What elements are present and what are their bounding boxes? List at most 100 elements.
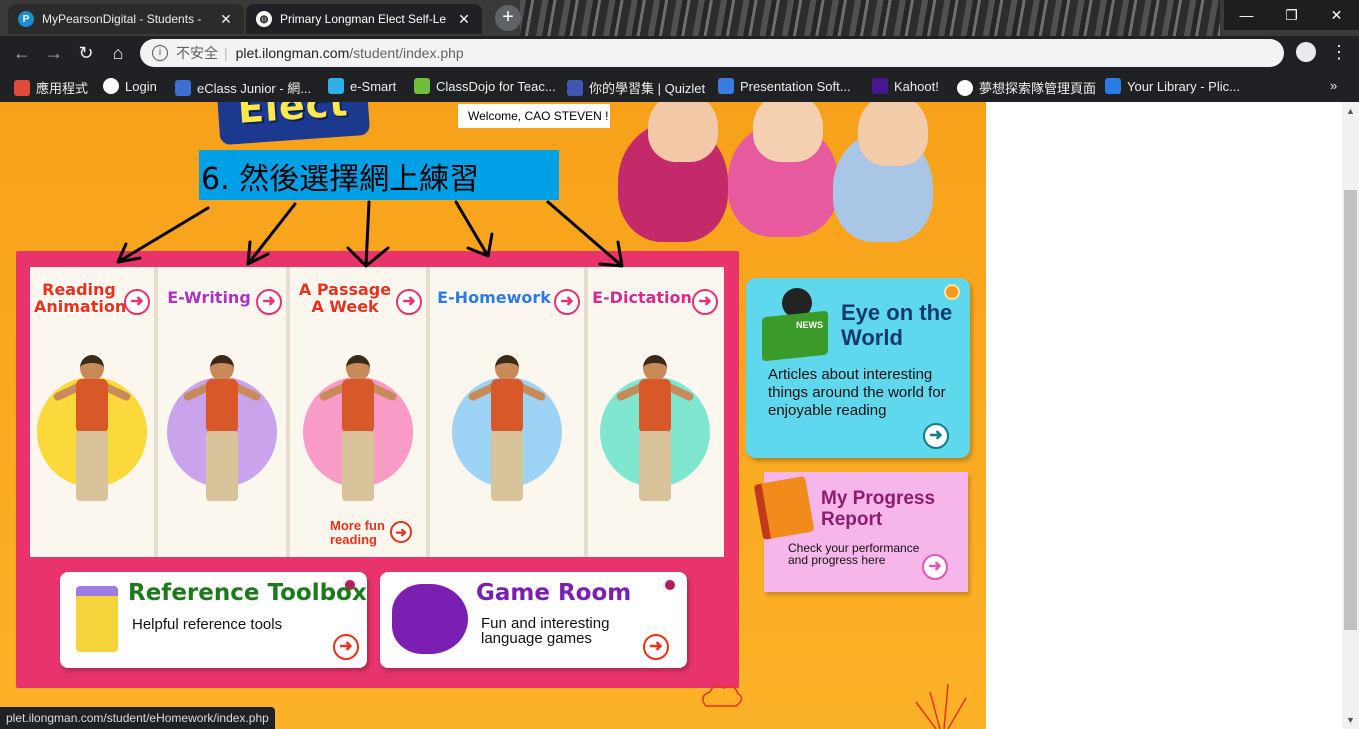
my-progress-report-card[interactable]: My Progress Report Check your performanc… bbox=[753, 472, 968, 592]
page-scrollbar[interactable]: ▲ ▼ bbox=[1342, 102, 1359, 729]
bookmarks-overflow-icon[interactable]: » bbox=[1330, 78, 1337, 93]
eclass-icon bbox=[175, 79, 191, 96]
progress-go-icon[interactable]: ➜ bbox=[922, 554, 948, 580]
kahoot-icon bbox=[872, 78, 888, 94]
minimize-button[interactable]: — bbox=[1224, 0, 1269, 30]
profile-avatar-icon[interactable] bbox=[1296, 42, 1316, 62]
activity-e-dictation[interactable]: E-Dictation ➜ bbox=[588, 267, 722, 557]
bookmark-label: 夢想探索隊管理頁面 bbox=[979, 81, 1097, 96]
scrollbar-thumb[interactable] bbox=[1344, 190, 1357, 630]
address-path: /student/index.php bbox=[349, 45, 464, 61]
reference-toolbox-card[interactable]: Reference Toolbox Helpful reference tool… bbox=[60, 572, 367, 668]
activity-label: E-Homework bbox=[437, 288, 551, 307]
bookmark-item[interactable]: eClass Junior - 網... bbox=[175, 78, 311, 97]
tab-mypearsondigital[interactable]: P MyPearsonDigital - Students - ✕ bbox=[8, 4, 244, 34]
plickers-icon bbox=[1105, 78, 1121, 94]
activity-reading-animation[interactable]: Reading Animation ➜ bbox=[30, 267, 158, 557]
annotation-label: 6. 然後選擇網上練習 bbox=[199, 150, 559, 200]
activity-go-icon[interactable]: ➜ bbox=[554, 289, 580, 315]
globe-icon bbox=[103, 78, 119, 94]
reload-button[interactable]: ↻ bbox=[72, 39, 100, 67]
bookmark-item[interactable]: 你的學習集 | Quizlet bbox=[567, 78, 705, 97]
globe-icon: ◍ bbox=[256, 11, 272, 27]
bookmark-item[interactable]: Presentation Soft... bbox=[718, 78, 851, 94]
activity-go-icon[interactable]: ➜ bbox=[256, 289, 282, 315]
bookmark-item[interactable]: e-Smart bbox=[328, 78, 396, 94]
activity-label: E-Dictation bbox=[592, 288, 692, 307]
classdojo-icon bbox=[414, 78, 430, 94]
longman-elect-logo: Elect bbox=[215, 102, 371, 146]
eye-on-the-world-title: Eye on the World bbox=[841, 300, 953, 350]
activity-label: Reading Animation bbox=[34, 280, 127, 316]
game-room-go-icon[interactable]: ➜ bbox=[643, 634, 669, 660]
home-button[interactable]: ⌂ bbox=[104, 39, 132, 67]
toolbox-icon bbox=[76, 586, 118, 652]
address-separator: | bbox=[224, 45, 228, 61]
activity-a-passage-a-week[interactable]: A Passage A Week ➜ More fun reading ➜ bbox=[290, 267, 430, 557]
bookmark-item[interactable]: 夢想探索隊管理頁面 bbox=[957, 78, 1096, 97]
news-badge: NEWS bbox=[796, 320, 823, 330]
new-tab-button[interactable]: + bbox=[495, 5, 521, 31]
activity-go-icon[interactable]: ➜ bbox=[692, 289, 718, 315]
browser-toolbar: ← → ↻ ⌂ i 不安全 | plet.ilongman.com /stude… bbox=[0, 36, 1359, 70]
menu-icon[interactable]: ⋮ bbox=[1330, 42, 1348, 63]
more-fun-reading-link[interactable]: More fun reading ➜ bbox=[330, 518, 412, 547]
activities-panel: Reading Animation ➜ E-Writing ➜ A Passage A … bbox=[16, 251, 739, 688]
activity-label: E-Writing bbox=[167, 288, 251, 307]
bookmark-label: 應用程式 bbox=[36, 81, 89, 96]
children-illustration bbox=[618, 102, 938, 242]
tab-title: MyPearsonDigital - Students - bbox=[42, 12, 202, 26]
address-bar[interactable]: i 不安全 | plet.ilongman.com /student/index… bbox=[140, 39, 1284, 67]
bookmark-item[interactable]: Login bbox=[103, 78, 157, 94]
game-room-desc: Fun and interesting language games bbox=[481, 615, 610, 647]
jumping-boy-graphic bbox=[615, 355, 695, 535]
back-button[interactable]: ← bbox=[8, 39, 36, 67]
cloud-doodle bbox=[702, 685, 743, 707]
jumping-boy-graphic bbox=[467, 355, 547, 535]
activity-label: A Passage A Week bbox=[298, 280, 392, 316]
eye-on-the-world-card[interactable]: NEWS Eye on the World Articles about int… bbox=[746, 278, 970, 458]
insecure-label: 不安全 bbox=[176, 45, 218, 61]
activity-go-icon[interactable]: ➜ bbox=[124, 289, 150, 315]
more-fun-reading-label: More fun reading bbox=[330, 518, 385, 547]
tab-primary-longman[interactable]: ◍ Primary Longman Elect Self-Le ✕ bbox=[246, 4, 482, 34]
tab-strip-background bbox=[520, 0, 1220, 36]
close-tab-icon[interactable]: ✕ bbox=[218, 11, 234, 28]
eye-go-icon[interactable]: ➜ bbox=[923, 423, 949, 449]
longman-app: Elect Welcome, CAO STEVEN ! 6. 然後選擇網上練習 … bbox=[0, 102, 986, 729]
jumping-boy-graphic bbox=[52, 355, 132, 535]
activity-e-writing[interactable]: E-Writing ➜ bbox=[158, 267, 290, 557]
forward-button[interactable]: → bbox=[40, 39, 68, 67]
bookmark-label: Your Library - Plic... bbox=[1127, 78, 1240, 94]
info-icon[interactable]: i bbox=[152, 45, 168, 61]
game-room-card[interactable]: Game Room Fun and interesting language g… bbox=[380, 572, 687, 668]
address-host: plet.ilongman.com bbox=[235, 45, 350, 61]
reference-go-icon[interactable]: ➜ bbox=[333, 634, 359, 660]
scroll-down-icon[interactable]: ▼ bbox=[1346, 715, 1355, 725]
quizlet-icon bbox=[567, 79, 583, 96]
reference-toolbox-title: Reference Toolbox bbox=[128, 580, 367, 606]
plant-doodle bbox=[915, 683, 967, 729]
activity-e-homework[interactable]: E-Homework ➜ bbox=[430, 267, 588, 557]
close-tab-icon[interactable]: ✕ bbox=[456, 11, 472, 28]
bookmark-item[interactable]: ClassDojo for Teac... bbox=[414, 78, 556, 94]
bookmark-item[interactable]: Kahoot! bbox=[872, 78, 939, 94]
page-viewport: Elect Welcome, CAO STEVEN ! 6. 然後選擇網上練習 … bbox=[0, 102, 1359, 729]
game-room-title: Game Room bbox=[476, 580, 632, 606]
close-window-button[interactable]: ✕ bbox=[1314, 0, 1359, 30]
status-url: plet.ilongman.com/student/eHomework/inde… bbox=[0, 707, 275, 729]
more-fun-go-icon[interactable]: ➜ bbox=[390, 521, 412, 543]
globe-icon bbox=[957, 79, 973, 96]
scroll-up-icon[interactable]: ▲ bbox=[1346, 106, 1355, 116]
jumping-boy-graphic bbox=[318, 355, 398, 535]
restore-button[interactable]: ❐ bbox=[1269, 0, 1314, 30]
bookmark-label: Login bbox=[125, 78, 157, 94]
card-dot-icon bbox=[944, 284, 960, 300]
activity-go-icon[interactable]: ➜ bbox=[396, 289, 422, 315]
tab-strip: P MyPearsonDigital - Students - ✕ ◍ Prim… bbox=[0, 0, 1359, 36]
bookmark-item[interactable]: Your Library - Plic... bbox=[1105, 78, 1240, 94]
bookmark-item[interactable]: 應用程式 bbox=[14, 78, 88, 97]
eye-on-the-world-desc: Articles about interesting things around… bbox=[768, 366, 946, 419]
card-dot-icon bbox=[663, 578, 677, 592]
esmart-icon bbox=[328, 78, 344, 94]
